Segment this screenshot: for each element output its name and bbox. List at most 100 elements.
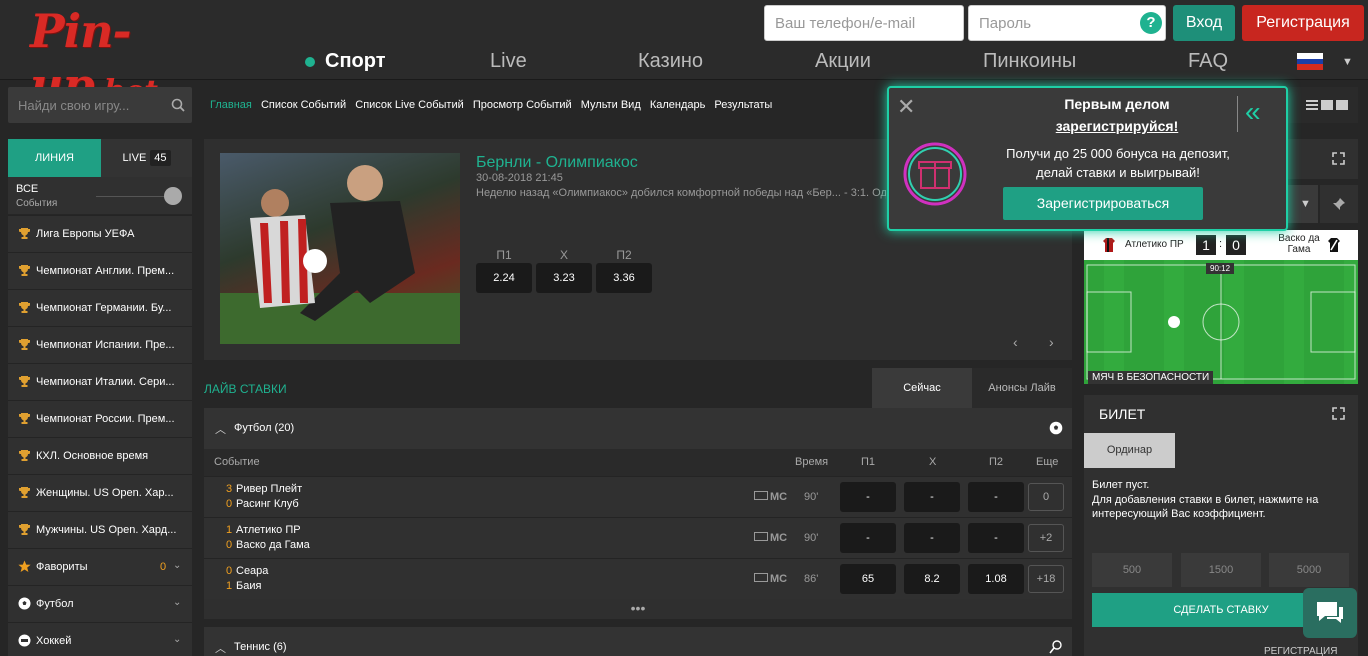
amount-500[interactable]: 500 xyxy=(1092,553,1172,587)
crumb-multi-view[interactable]: Мульти Вид xyxy=(581,99,641,111)
sidebar-league-item[interactable]: Мужчины. US Open. Хард... xyxy=(8,511,192,548)
table-row[interactable]: 0 Сеара 1 Баия МС 86' 65 8.2 1.08 +18 xyxy=(204,558,1072,599)
tab-live[interactable]: LIVE 45 xyxy=(101,139,192,177)
tv-mc-icon[interactable]: МС xyxy=(754,573,787,585)
tv-mc-icon[interactable]: МС xyxy=(754,491,787,503)
sidebar-league-item[interactable]: Лига Европы УЕФА xyxy=(8,215,192,252)
tab-announce-label: Анонсы Лайв xyxy=(988,382,1056,394)
more-markets-button[interactable]: +2 xyxy=(1028,524,1064,552)
crumb-live-events-list[interactable]: Список Live Событий xyxy=(355,99,464,111)
all-label: ВСЕ xyxy=(16,183,39,195)
tab-live-announce[interactable]: Анонсы Лайв xyxy=(972,368,1072,408)
featured-title[interactable]: Бернли - Олимпиакос xyxy=(476,154,638,172)
language-flag-icon[interactable] xyxy=(1297,53,1323,70)
match-time: 86' xyxy=(804,573,819,585)
live-pitch[interactable]: 90:12 МЯЧ В БЕЗОПАСНОСТИ xyxy=(1084,260,1358,384)
show-more-dots[interactable]: ••• xyxy=(204,599,1072,619)
amount-1500[interactable]: 1500 xyxy=(1181,553,1261,587)
tennis-section-header[interactable]: ︿ Теннис (6) xyxy=(204,627,1072,656)
popup-register-link[interactable]: зарегистрируйся! xyxy=(1019,118,1215,134)
bet-slip-hint: Для добавления ставки в билет, нажмите н… xyxy=(1092,494,1319,520)
sidebar-league-item[interactable]: КХЛ. Основное время xyxy=(8,437,192,474)
sidebar-league-item[interactable]: Чемпионат Испании. Пре... xyxy=(8,326,192,363)
search-icon[interactable] xyxy=(171,98,185,112)
game-search-input[interactable]: Найди свою игру... xyxy=(8,87,192,123)
help-icon[interactable]: ? xyxy=(1140,12,1162,34)
nav-pincoins[interactable]: Пинкоины xyxy=(983,50,1076,73)
collapse-arrows-icon[interactable]: « xyxy=(1245,96,1261,128)
featured-odd-p1[interactable]: 2.24 xyxy=(476,263,532,293)
crumb-events-list[interactable]: Список Событий xyxy=(261,99,346,111)
pin-button[interactable] xyxy=(1320,185,1358,223)
trophy-icon xyxy=(19,376,30,387)
crumb-home[interactable]: Главная xyxy=(210,99,252,111)
odd-x[interactable]: 8.2 xyxy=(904,564,960,594)
more-markets-button[interactable]: +18 xyxy=(1028,565,1064,593)
nav-promotions[interactable]: Акции xyxy=(815,50,871,73)
live-scoreboard: Атлетико ПР 1 : 0 Васко да Гама xyxy=(1084,230,1358,260)
sidebar-league-item[interactable]: Чемпионат Германии. Бу... xyxy=(8,289,192,326)
odd-p2[interactable]: 1.08 xyxy=(968,564,1024,594)
odd-p1[interactable]: - xyxy=(840,482,896,512)
odd-x[interactable]: - xyxy=(904,482,960,512)
crumb-calendar[interactable]: Календарь xyxy=(650,99,706,111)
match-score-home: 1 xyxy=(226,524,233,536)
chevron-down-icon: ▼ xyxy=(1300,198,1311,210)
nav-sport[interactable]: Спорт xyxy=(325,50,386,73)
odd-p2[interactable]: - xyxy=(968,482,1024,512)
table-row[interactable]: 1 Атлетико ПР 0 Васко да Гама МС 90' - -… xyxy=(204,517,1072,558)
sidebar-league-item[interactable]: Женщины. US Open. Хар... xyxy=(8,474,192,511)
language-chevron-icon[interactable]: ▼ xyxy=(1342,56,1353,68)
tab-line[interactable]: ЛИНИЯ xyxy=(8,139,101,177)
table-row[interactable]: 3 Ривер Плейт 0 Расинг Клуб МС 90' - - -… xyxy=(204,476,1072,517)
football-section-header[interactable]: ︿ Футбол (20) xyxy=(204,408,1072,449)
registration-link[interactable]: РЕГИСТРАЦИЯ xyxy=(1264,646,1337,656)
tab-ordinar[interactable]: Ординар xyxy=(1084,433,1175,468)
password-input[interactable]: Пароль xyxy=(968,5,1166,41)
register-label: Регистрация xyxy=(1256,14,1350,31)
expand-icon[interactable] xyxy=(1332,152,1345,165)
crumb-events-view[interactable]: Просмотр Событий xyxy=(473,99,572,111)
tv-mc-icon[interactable]: МС xyxy=(754,532,787,544)
nav-live[interactable]: Live xyxy=(490,50,527,73)
layout-toggle-icon[interactable] xyxy=(1306,99,1350,111)
nav-casino[interactable]: Казино xyxy=(638,50,703,73)
chat-icon xyxy=(1317,602,1343,623)
all-toggle-knob[interactable] xyxy=(164,187,182,205)
col-event: Событие xyxy=(214,456,260,468)
featured-odd-x[interactable]: 3.23 xyxy=(536,263,592,293)
odd-p2[interactable]: - xyxy=(968,523,1024,553)
sidebar-league-item[interactable]: Чемпионат Англии. Прем... xyxy=(8,252,192,289)
sidebar-league-item[interactable]: Чемпионат России. Прем... xyxy=(8,400,192,437)
odd-p1[interactable]: 65 xyxy=(840,564,896,594)
sidebar-league-item[interactable]: Чемпионат Италии. Сери... xyxy=(8,363,192,400)
all-events-row[interactable]: ВСЕ События xyxy=(8,177,192,214)
login-button[interactable]: Вход xyxy=(1173,5,1235,41)
register-button[interactable]: Регистрация xyxy=(1242,5,1364,41)
logo[interactable]: Pin-up.bet xyxy=(30,4,230,112)
crumb-results[interactable]: Результаты xyxy=(714,99,772,111)
sidebar-football[interactable]: Футбол ⌄ xyxy=(8,585,192,622)
odd-p1[interactable]: - xyxy=(840,523,896,553)
next-arrow-icon[interactable]: › xyxy=(1049,334,1054,350)
odd-x[interactable]: - xyxy=(904,523,960,553)
live-count-badge: 45 xyxy=(150,150,171,166)
phone-email-input[interactable]: Ваш телефон/e-mail xyxy=(764,5,964,41)
featured-image[interactable] xyxy=(220,153,460,344)
chat-button[interactable] xyxy=(1303,588,1357,638)
sidebar-league-label: Чемпионат Испании. Пре... xyxy=(36,339,175,351)
nav-faq[interactable]: FAQ xyxy=(1188,50,1228,73)
match-score-away: 0 xyxy=(226,498,233,510)
sidebar-hockey[interactable]: Хоккей ⌄ xyxy=(8,622,192,656)
col-more: Еще xyxy=(1036,456,1059,468)
tab-now[interactable]: Сейчас xyxy=(872,368,972,408)
expand-icon[interactable] xyxy=(1332,407,1345,420)
sidebar-favorites[interactable]: Фавориты 0 ⌄ xyxy=(8,548,192,585)
more-markets-button[interactable]: 0 xyxy=(1028,483,1064,511)
prev-arrow-icon[interactable]: ‹ xyxy=(1013,334,1018,350)
amount-5000[interactable]: 5000 xyxy=(1269,553,1349,587)
close-icon[interactable]: ✕ xyxy=(897,94,915,120)
col-p2: П2 xyxy=(989,456,1004,468)
popup-register-button[interactable]: Зарегистрироваться xyxy=(1003,187,1203,220)
featured-odd-p2[interactable]: 3.36 xyxy=(596,263,652,293)
